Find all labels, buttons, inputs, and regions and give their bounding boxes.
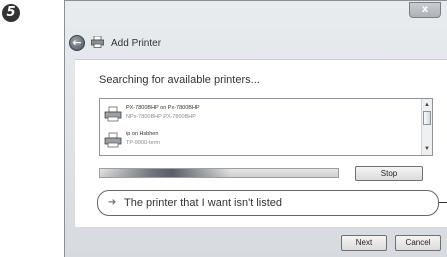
link-arrow-icon: ➜ <box>108 197 117 208</box>
printer-not-listed-link[interactable]: ➜ The printer that I want isn't listed <box>97 190 439 216</box>
printer-list-item[interactable]: ip on Hsbhen TP-9900-term <box>104 129 404 153</box>
progress-fill <box>100 169 231 177</box>
step-number-badge: 5 <box>2 4 20 22</box>
printer-icon <box>104 106 122 122</box>
list-scrollbar[interactable]: ▲ ▼ <box>421 99 432 155</box>
printer-name: PX-7800BHP on Px-7800BHP <box>126 105 200 111</box>
back-arrow-icon[interactable]: ← <box>69 35 85 51</box>
add-printer-window: x ← Add Printer Searching for available … <box>64 0 447 257</box>
printer-list[interactable]: PX-7800BHP on Px-7800BHP NPx-7800BHP PX-… <box>99 98 433 156</box>
searching-status-text: Searching for available printers... <box>99 74 260 86</box>
search-progress-bar <box>99 168 339 178</box>
close-button[interactable]: x <box>409 2 441 18</box>
wizard-title: Add Printer <box>111 38 162 49</box>
printer-icon <box>91 36 104 48</box>
cancel-button[interactable]: Cancel <box>395 235 441 251</box>
scroll-thumb[interactable] <box>423 111 431 125</box>
printer-not-listed-label: The printer that I want isn't listed <box>124 197 283 209</box>
printer-icon <box>104 132 122 148</box>
next-button[interactable]: Next <box>341 235 387 251</box>
scroll-down-icon[interactable]: ▼ <box>423 145 431 153</box>
wizard-footer: Next Cancel <box>65 227 447 257</box>
callout-line <box>439 202 447 203</box>
printer-list-item[interactable]: PX-7800BHP on Px-7800BHP NPx-7800BHP PX-… <box>104 103 404 127</box>
wizard-content: Searching for available printers... PX-7… <box>75 59 447 227</box>
scroll-up-icon[interactable]: ▲ <box>423 101 431 109</box>
stop-button[interactable]: Stop <box>355 166 423 181</box>
printer-name: ip on Hsbhen <box>126 131 159 137</box>
printer-detail: NPx-7800BHP PX-7800BHP <box>126 114 196 120</box>
printer-detail: TP-9900-term <box>126 140 160 146</box>
